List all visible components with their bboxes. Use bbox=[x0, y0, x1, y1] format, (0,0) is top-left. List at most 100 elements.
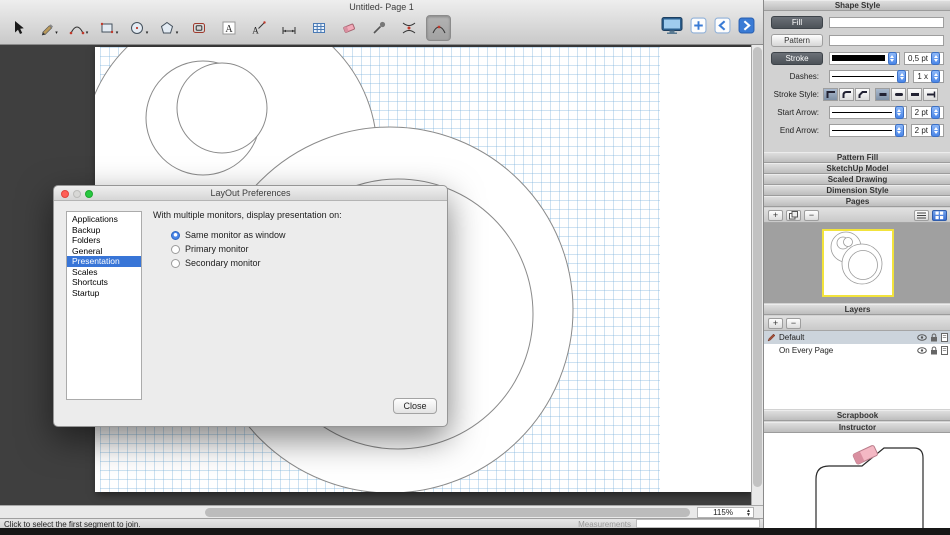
add-page-button[interactable] bbox=[690, 17, 707, 34]
fill-color-well[interactable] bbox=[829, 17, 944, 28]
pattern-well[interactable] bbox=[829, 35, 944, 46]
add-layer-button[interactable]: + bbox=[768, 318, 783, 329]
layer-row-default[interactable]: Default bbox=[764, 331, 950, 344]
stroke-width-stepper[interactable] bbox=[931, 52, 940, 65]
horizontal-scrollbar-thumb[interactable] bbox=[205, 508, 690, 517]
labels-tool-button[interactable]: A bbox=[246, 15, 271, 41]
sketchup-model-section-header[interactable]: SketchUp Model bbox=[764, 163, 950, 174]
split-tool-button[interactable] bbox=[396, 15, 421, 41]
pattern-fill-section-header[interactable]: Pattern Fill bbox=[764, 152, 950, 163]
layer-share-page-icon[interactable] bbox=[941, 333, 948, 342]
eraser-tool-button[interactable] bbox=[336, 15, 361, 41]
layer-share-page-icon[interactable] bbox=[941, 346, 948, 355]
scrapbook-section-header[interactable]: Scrapbook bbox=[764, 410, 950, 421]
style-tool-button[interactable] bbox=[366, 15, 391, 41]
fill-toggle-button[interactable]: Fill bbox=[771, 16, 823, 29]
remove-layer-button[interactable]: − bbox=[786, 318, 801, 329]
offset-tool-button[interactable] bbox=[186, 15, 211, 41]
end-arrow-size-stepper[interactable] bbox=[931, 124, 940, 137]
close-window-traffic-light[interactable] bbox=[61, 190, 69, 198]
corner-round-button[interactable] bbox=[839, 88, 854, 101]
vertical-scrollbar-thumb[interactable] bbox=[753, 47, 762, 487]
layer-visibility-eye-icon[interactable] bbox=[917, 347, 927, 354]
stroke-color-dropdown[interactable] bbox=[829, 52, 900, 65]
scaled-drawing-section-header[interactable]: Scaled Drawing bbox=[764, 174, 950, 185]
pages-section-header[interactable]: Pages bbox=[764, 196, 950, 207]
radio-option-secondary-monitor[interactable]: Secondary monitor bbox=[171, 258, 437, 268]
end-arrow-size-field[interactable]: 2 pt bbox=[911, 124, 944, 137]
previous-page-button[interactable] bbox=[714, 17, 731, 34]
start-arrow-size-stepper[interactable] bbox=[931, 106, 940, 119]
stroke-width-field[interactable]: 0,5 pt bbox=[904, 52, 944, 65]
vertical-scrollbar[interactable] bbox=[751, 45, 763, 505]
category-item-scales[interactable]: Scales bbox=[67, 267, 141, 278]
arcs-tool-button[interactable]: ▾ bbox=[66, 15, 91, 41]
dialog-titlebar[interactable]: LayOut Preferences bbox=[54, 186, 447, 201]
shape-style-section-header[interactable]: Shape Style bbox=[764, 0, 950, 11]
cap-square-button[interactable] bbox=[907, 88, 922, 101]
layers-section-header[interactable]: Layers bbox=[764, 304, 950, 315]
cap-round-button[interactable] bbox=[891, 88, 906, 101]
next-page-button[interactable] bbox=[738, 17, 755, 34]
add-page-list-button[interactable]: + bbox=[768, 210, 783, 221]
circles-tool-button[interactable]: ▾ bbox=[126, 15, 151, 41]
category-item-shortcuts[interactable]: Shortcuts bbox=[67, 277, 141, 288]
layer-lock-icon[interactable] bbox=[930, 346, 938, 355]
category-item-backup[interactable]: Backup bbox=[67, 225, 141, 236]
stroke-color-stepper[interactable] bbox=[888, 52, 897, 65]
text-tool-button[interactable]: A bbox=[216, 15, 241, 41]
start-arrow-size-field[interactable]: 2 pt bbox=[911, 106, 944, 119]
join-tool-button[interactable] bbox=[426, 15, 451, 41]
dash-scale-field[interactable]: 1 x bbox=[913, 70, 944, 83]
polygons-tool-button[interactable]: ▾ bbox=[156, 15, 181, 41]
category-item-applications[interactable]: Applications bbox=[67, 214, 141, 225]
start-presentation-button[interactable] bbox=[661, 16, 683, 35]
radio-option-same-monitor[interactable]: Same monitor as window bbox=[171, 230, 437, 240]
category-item-general[interactable]: General bbox=[67, 246, 141, 257]
rectangles-dropdown-caret[interactable]: ▾ bbox=[116, 30, 119, 40]
lines-tool-button[interactable]: ▾ bbox=[36, 15, 61, 41]
start-arrow-dropdown[interactable] bbox=[829, 106, 907, 119]
arcs-dropdown-caret[interactable]: ▾ bbox=[86, 30, 89, 40]
circles-dropdown-caret[interactable]: ▾ bbox=[146, 30, 149, 40]
minimize-window-traffic-light[interactable] bbox=[73, 190, 81, 198]
select-tool-button[interactable] bbox=[6, 15, 31, 41]
pattern-toggle-button[interactable]: Pattern bbox=[771, 34, 823, 47]
zoom-window-traffic-light[interactable] bbox=[85, 190, 93, 198]
duplicate-page-button[interactable] bbox=[786, 210, 801, 221]
end-arrow-dropdown[interactable] bbox=[829, 124, 907, 137]
layer-row-on-every-page[interactable]: On Every Page bbox=[764, 344, 950, 357]
measurements-input[interactable] bbox=[636, 519, 760, 528]
cap-butt-button[interactable] bbox=[875, 88, 890, 101]
close-button[interactable]: Close bbox=[393, 398, 437, 414]
page-1-thumbnail[interactable] bbox=[822, 229, 894, 297]
cap-projecting-button[interactable] bbox=[923, 88, 938, 101]
layer-visibility-eye-icon[interactable] bbox=[917, 334, 927, 341]
instructor-section-header[interactable]: Instructor bbox=[764, 422, 950, 433]
corner-bevel-button[interactable] bbox=[855, 88, 870, 101]
corner-miter-button[interactable] bbox=[823, 88, 838, 101]
layer-lock-icon[interactable] bbox=[930, 333, 938, 342]
end-arrow-stepper[interactable] bbox=[895, 124, 904, 137]
remove-page-button[interactable]: − bbox=[804, 210, 819, 221]
radio-unselected-icon[interactable] bbox=[171, 245, 180, 254]
zoom-stepper-icon[interactable]: ▲▼ bbox=[746, 509, 751, 517]
pages-list-view-button[interactable] bbox=[914, 210, 929, 221]
radio-option-primary-monitor[interactable]: Primary monitor bbox=[171, 244, 437, 254]
dashes-dropdown[interactable] bbox=[829, 70, 909, 83]
dimensions-tool-button[interactable] bbox=[276, 15, 301, 41]
category-item-startup[interactable]: Startup bbox=[67, 288, 141, 299]
lines-dropdown-caret[interactable]: ▾ bbox=[55, 30, 58, 40]
dimension-style-section-header[interactable]: Dimension Style bbox=[764, 185, 950, 196]
radio-selected-icon[interactable] bbox=[171, 231, 180, 240]
category-item-folders[interactable]: Folders bbox=[67, 235, 141, 246]
category-item-presentation-selected[interactable]: Presentation bbox=[67, 256, 141, 267]
table-tool-button[interactable] bbox=[306, 15, 331, 41]
zoom-control[interactable]: 115% ▲▼ bbox=[697, 507, 754, 518]
horizontal-scrollbar[interactable]: 115% ▲▼ bbox=[0, 505, 763, 518]
pages-grid-view-button[interactable] bbox=[932, 210, 947, 221]
rectangles-tool-button[interactable]: ▾ bbox=[96, 15, 121, 41]
polygons-dropdown-caret[interactable]: ▾ bbox=[176, 30, 179, 40]
dashes-stepper[interactable] bbox=[897, 70, 906, 83]
start-arrow-stepper[interactable] bbox=[895, 106, 904, 119]
